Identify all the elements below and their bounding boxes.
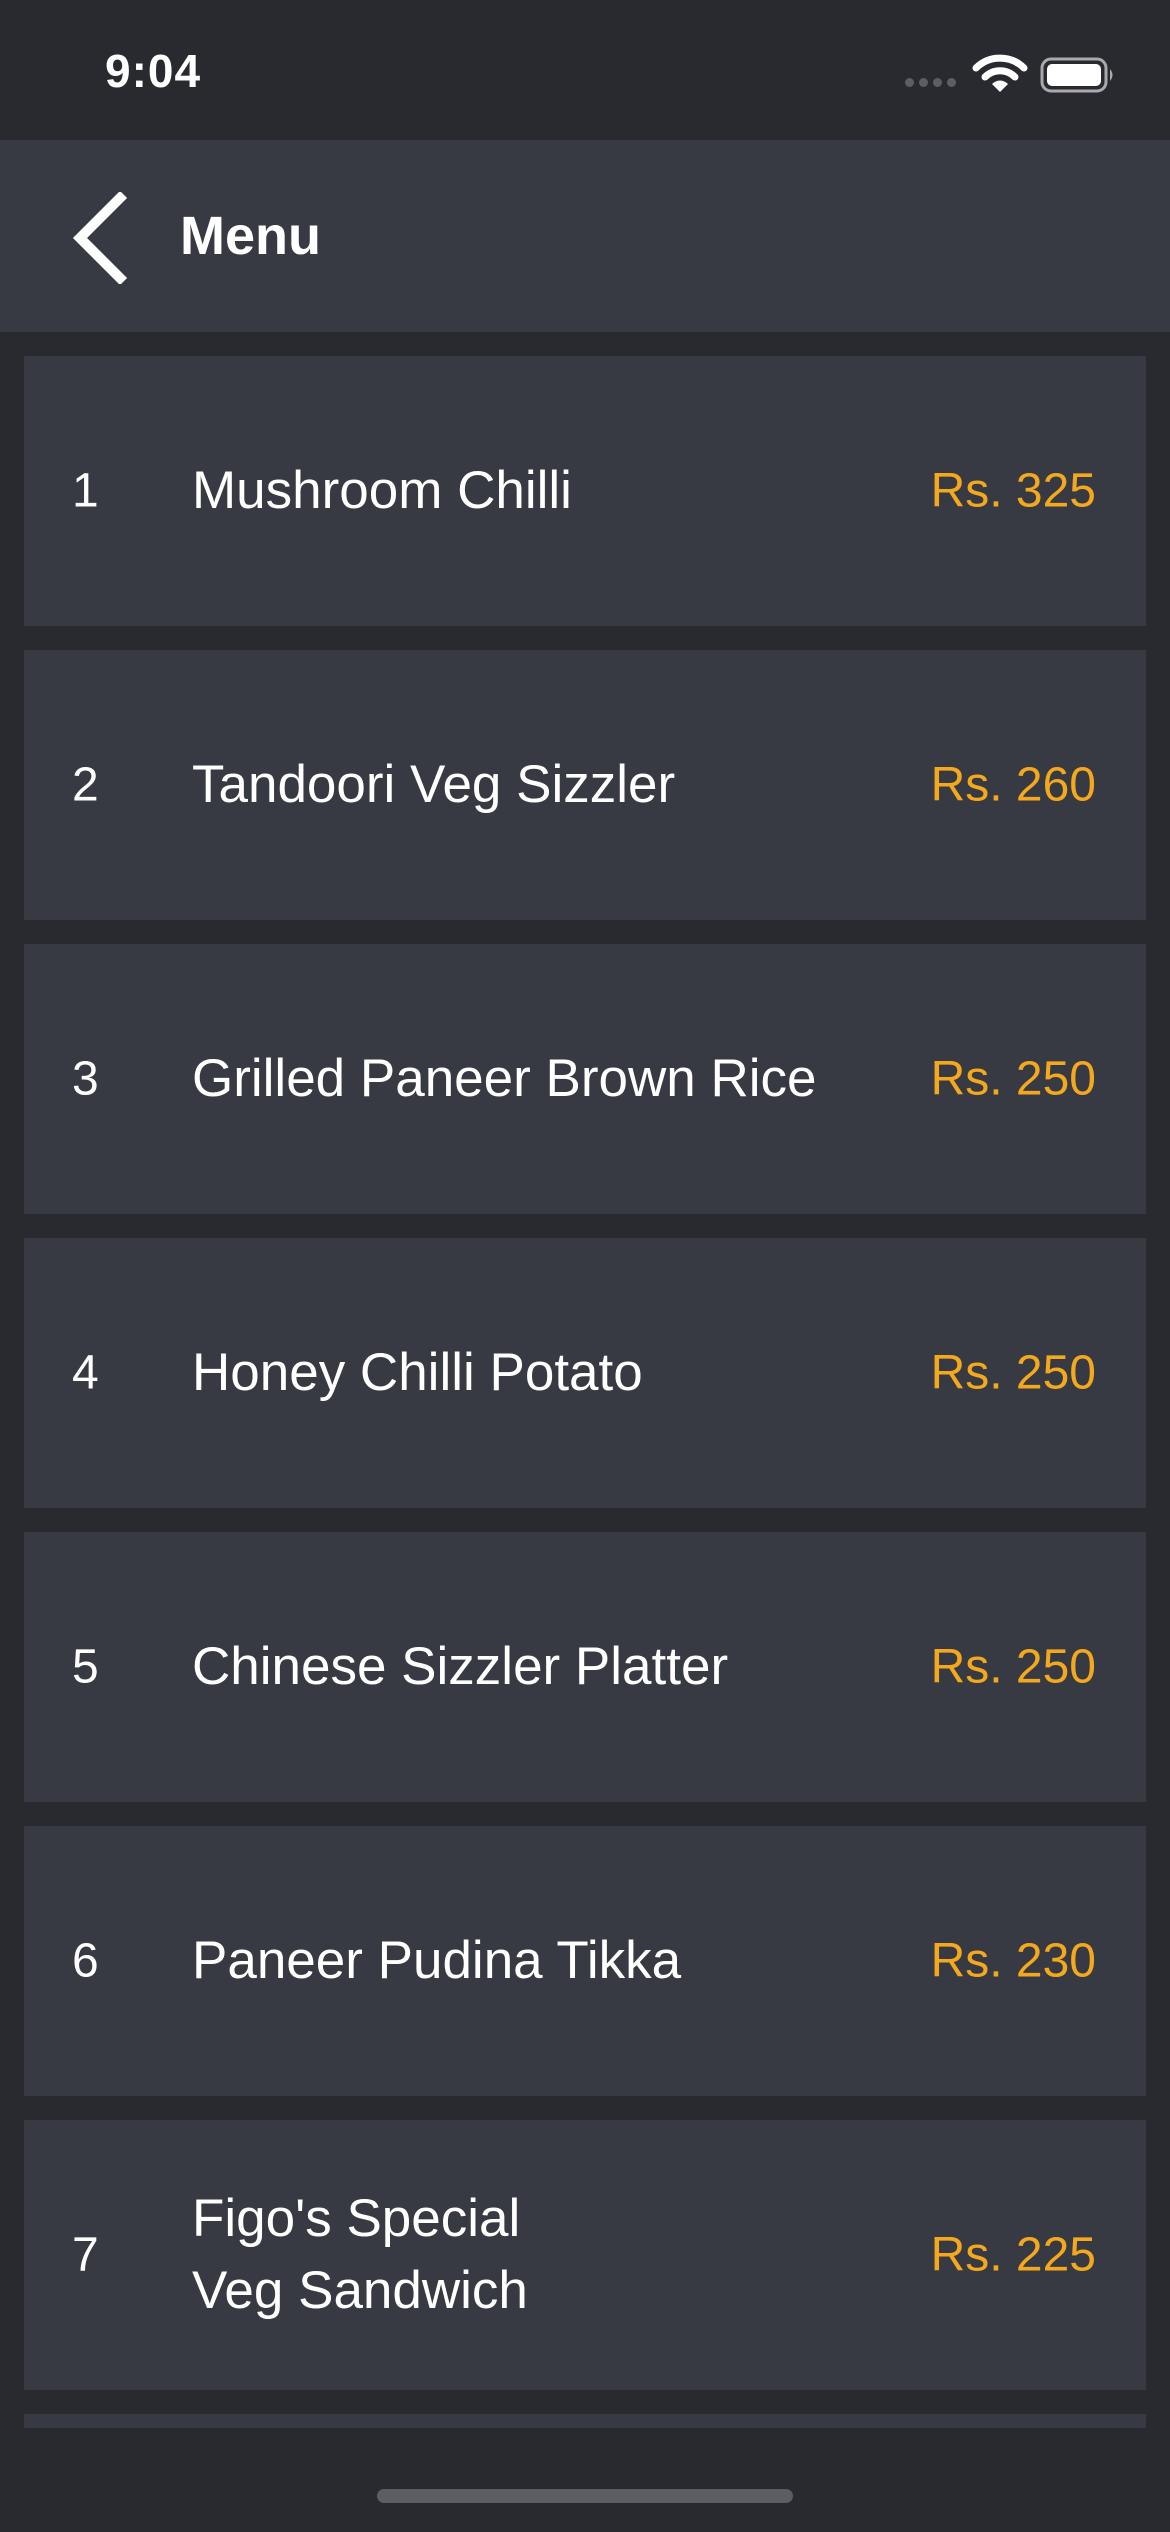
menu-item[interactable]: 5 Chinese Sizzler Platter Rs. 250 [24, 1532, 1146, 1802]
home-indicator[interactable] [377, 2489, 793, 2503]
item-name: Honey Chilli Potato [192, 1343, 643, 1402]
item-price: Rs. 325 [930, 464, 1096, 518]
item-name: Figo's Special Veg Sandwich [192, 2189, 528, 2320]
item-name: Mushroom Chilli [192, 461, 572, 520]
item-name: Tandoori Veg Sizzler [192, 755, 676, 814]
nav-bar: Menu [0, 140, 1170, 332]
item-number: 1 [72, 464, 99, 518]
item-name: Chinese Sizzler Platter [192, 1637, 729, 1696]
item-price: Rs. 225 [930, 2228, 1096, 2282]
status-bar: 9:04 [0, 0, 1170, 140]
menu-item-partial[interactable] [24, 2414, 1146, 2428]
item-number: 2 [72, 758, 99, 812]
menu-list: 1 Mushroom Chilli Rs. 325 2 Tandoori Veg… [24, 356, 1146, 2414]
item-number: 4 [72, 1346, 99, 1400]
menu-item[interactable]: 3 Grilled Paneer Brown Rice Rs. 250 [24, 944, 1146, 1214]
page-title: Menu [180, 206, 321, 266]
menu-item[interactable]: 7 Figo's Special Veg Sandwich Rs. 225 [24, 2120, 1146, 2390]
menu-item[interactable]: 2 Tandoori Veg Sizzler Rs. 260 [24, 650, 1146, 920]
item-price: Rs. 230 [930, 1934, 1096, 1988]
item-name: Paneer Pudina Tikka [192, 1931, 682, 1990]
item-name: Grilled Paneer Brown Rice [192, 1049, 817, 1108]
item-price: Rs. 250 [930, 1346, 1096, 1400]
item-number: 6 [72, 1934, 99, 1988]
cellular-signal-icon [905, 78, 961, 90]
menu-item[interactable]: 1 Mushroom Chilli Rs. 325 [24, 356, 1146, 626]
item-price: Rs. 260 [930, 758, 1096, 812]
wifi-icon [972, 54, 1028, 92]
item-number: 7 [72, 2228, 99, 2282]
battery-icon [1040, 57, 1113, 93]
status-time: 9:04 [105, 45, 202, 97]
item-price: Rs. 250 [930, 1640, 1096, 1694]
menu-item[interactable]: 4 Honey Chilli Potato Rs. 250 [24, 1238, 1146, 1508]
item-price: Rs. 250 [930, 1052, 1096, 1106]
menu-item[interactable]: 6 Paneer Pudina Tikka Rs. 230 [24, 1826, 1146, 2096]
item-number: 5 [72, 1640, 99, 1694]
item-number: 3 [72, 1052, 99, 1106]
back-chevron-icon[interactable] [68, 192, 128, 284]
